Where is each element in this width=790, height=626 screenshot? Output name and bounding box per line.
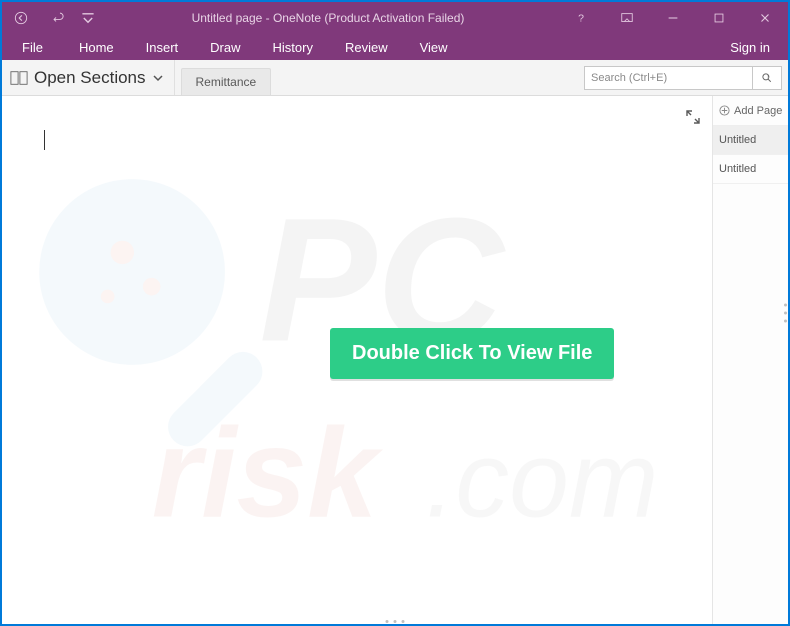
ribbon-display-icon (620, 11, 634, 25)
back-button[interactable] (2, 2, 40, 34)
svg-text:?: ? (578, 13, 584, 25)
plus-icon (719, 105, 730, 116)
add-page-label: Add Page (734, 105, 782, 117)
tab-draw[interactable]: Draw (194, 36, 256, 59)
maximize-icon (712, 11, 726, 25)
notebook-icon (10, 70, 28, 86)
tab-insert[interactable]: Insert (130, 36, 195, 59)
close-button[interactable] (742, 2, 788, 34)
notebook-picker[interactable]: Open Sections (2, 60, 175, 95)
tab-review[interactable]: Review (329, 36, 404, 59)
maximize-button[interactable] (696, 2, 742, 34)
content-area: PC risk .com Double Click To View File A… (2, 96, 788, 624)
app-window: Untitled page - OneNote (Product Activat… (0, 0, 790, 626)
chevron-down-icon (152, 72, 164, 84)
tab-history[interactable]: History (257, 36, 329, 59)
back-icon (14, 11, 28, 25)
page-entry[interactable]: Untitled (713, 126, 788, 155)
tab-home[interactable]: Home (63, 36, 130, 59)
ribbon-tabs: File Home Insert Draw History Review Vie… (2, 34, 788, 60)
minimize-icon (666, 11, 680, 25)
search-area: Search (Ctrl+E) (584, 60, 788, 95)
minimize-button[interactable] (650, 2, 696, 34)
notebook-label: Open Sections (34, 68, 146, 88)
close-icon (758, 11, 772, 25)
qat-customize-button[interactable] (78, 2, 98, 34)
page-canvas[interactable]: PC risk .com Double Click To View File (2, 96, 712, 624)
search-input[interactable]: Search (Ctrl+E) (584, 66, 752, 90)
undo-icon (52, 11, 66, 25)
help-button[interactable]: ? (558, 2, 604, 34)
sign-in-link[interactable]: Sign in (716, 36, 784, 59)
page-entry[interactable]: Untitled (713, 155, 788, 184)
search-scope-button[interactable] (752, 66, 782, 90)
help-icon: ? (574, 11, 588, 25)
window-title: Untitled page - OneNote (Product Activat… (98, 11, 558, 25)
page-list-pane: Add Page Untitled Untitled (712, 96, 788, 624)
fullpage-toggle-button[interactable] (686, 110, 700, 129)
resize-handle-right[interactable] (784, 304, 787, 323)
ribbon-display-options-button[interactable] (604, 2, 650, 34)
search-icon (761, 72, 773, 84)
quick-access-toolbar (2, 2, 98, 34)
expand-icon (686, 110, 700, 124)
section-tab-remittance[interactable]: Remittance (181, 68, 272, 95)
titlebar: Untitled page - OneNote (Product Activat… (2, 2, 788, 34)
undo-button[interactable] (40, 2, 78, 34)
view-file-button[interactable]: Double Click To View File (330, 328, 614, 379)
window-controls: ? (558, 2, 788, 34)
search-placeholder: Search (Ctrl+E) (591, 72, 667, 84)
tab-view[interactable]: View (404, 36, 464, 59)
svg-text:.com: .com (425, 419, 658, 539)
text-cursor (44, 130, 45, 150)
resize-handle-bottom[interactable] (386, 620, 405, 623)
svg-text:risk: risk (152, 401, 383, 543)
tab-file[interactable]: File (6, 36, 59, 59)
chevron-down-icon (81, 11, 95, 25)
section-tabs: Remittance (175, 60, 272, 95)
section-bar: Open Sections Remittance Search (Ctrl+E) (2, 60, 788, 96)
add-page-button[interactable]: Add Page (713, 96, 788, 126)
